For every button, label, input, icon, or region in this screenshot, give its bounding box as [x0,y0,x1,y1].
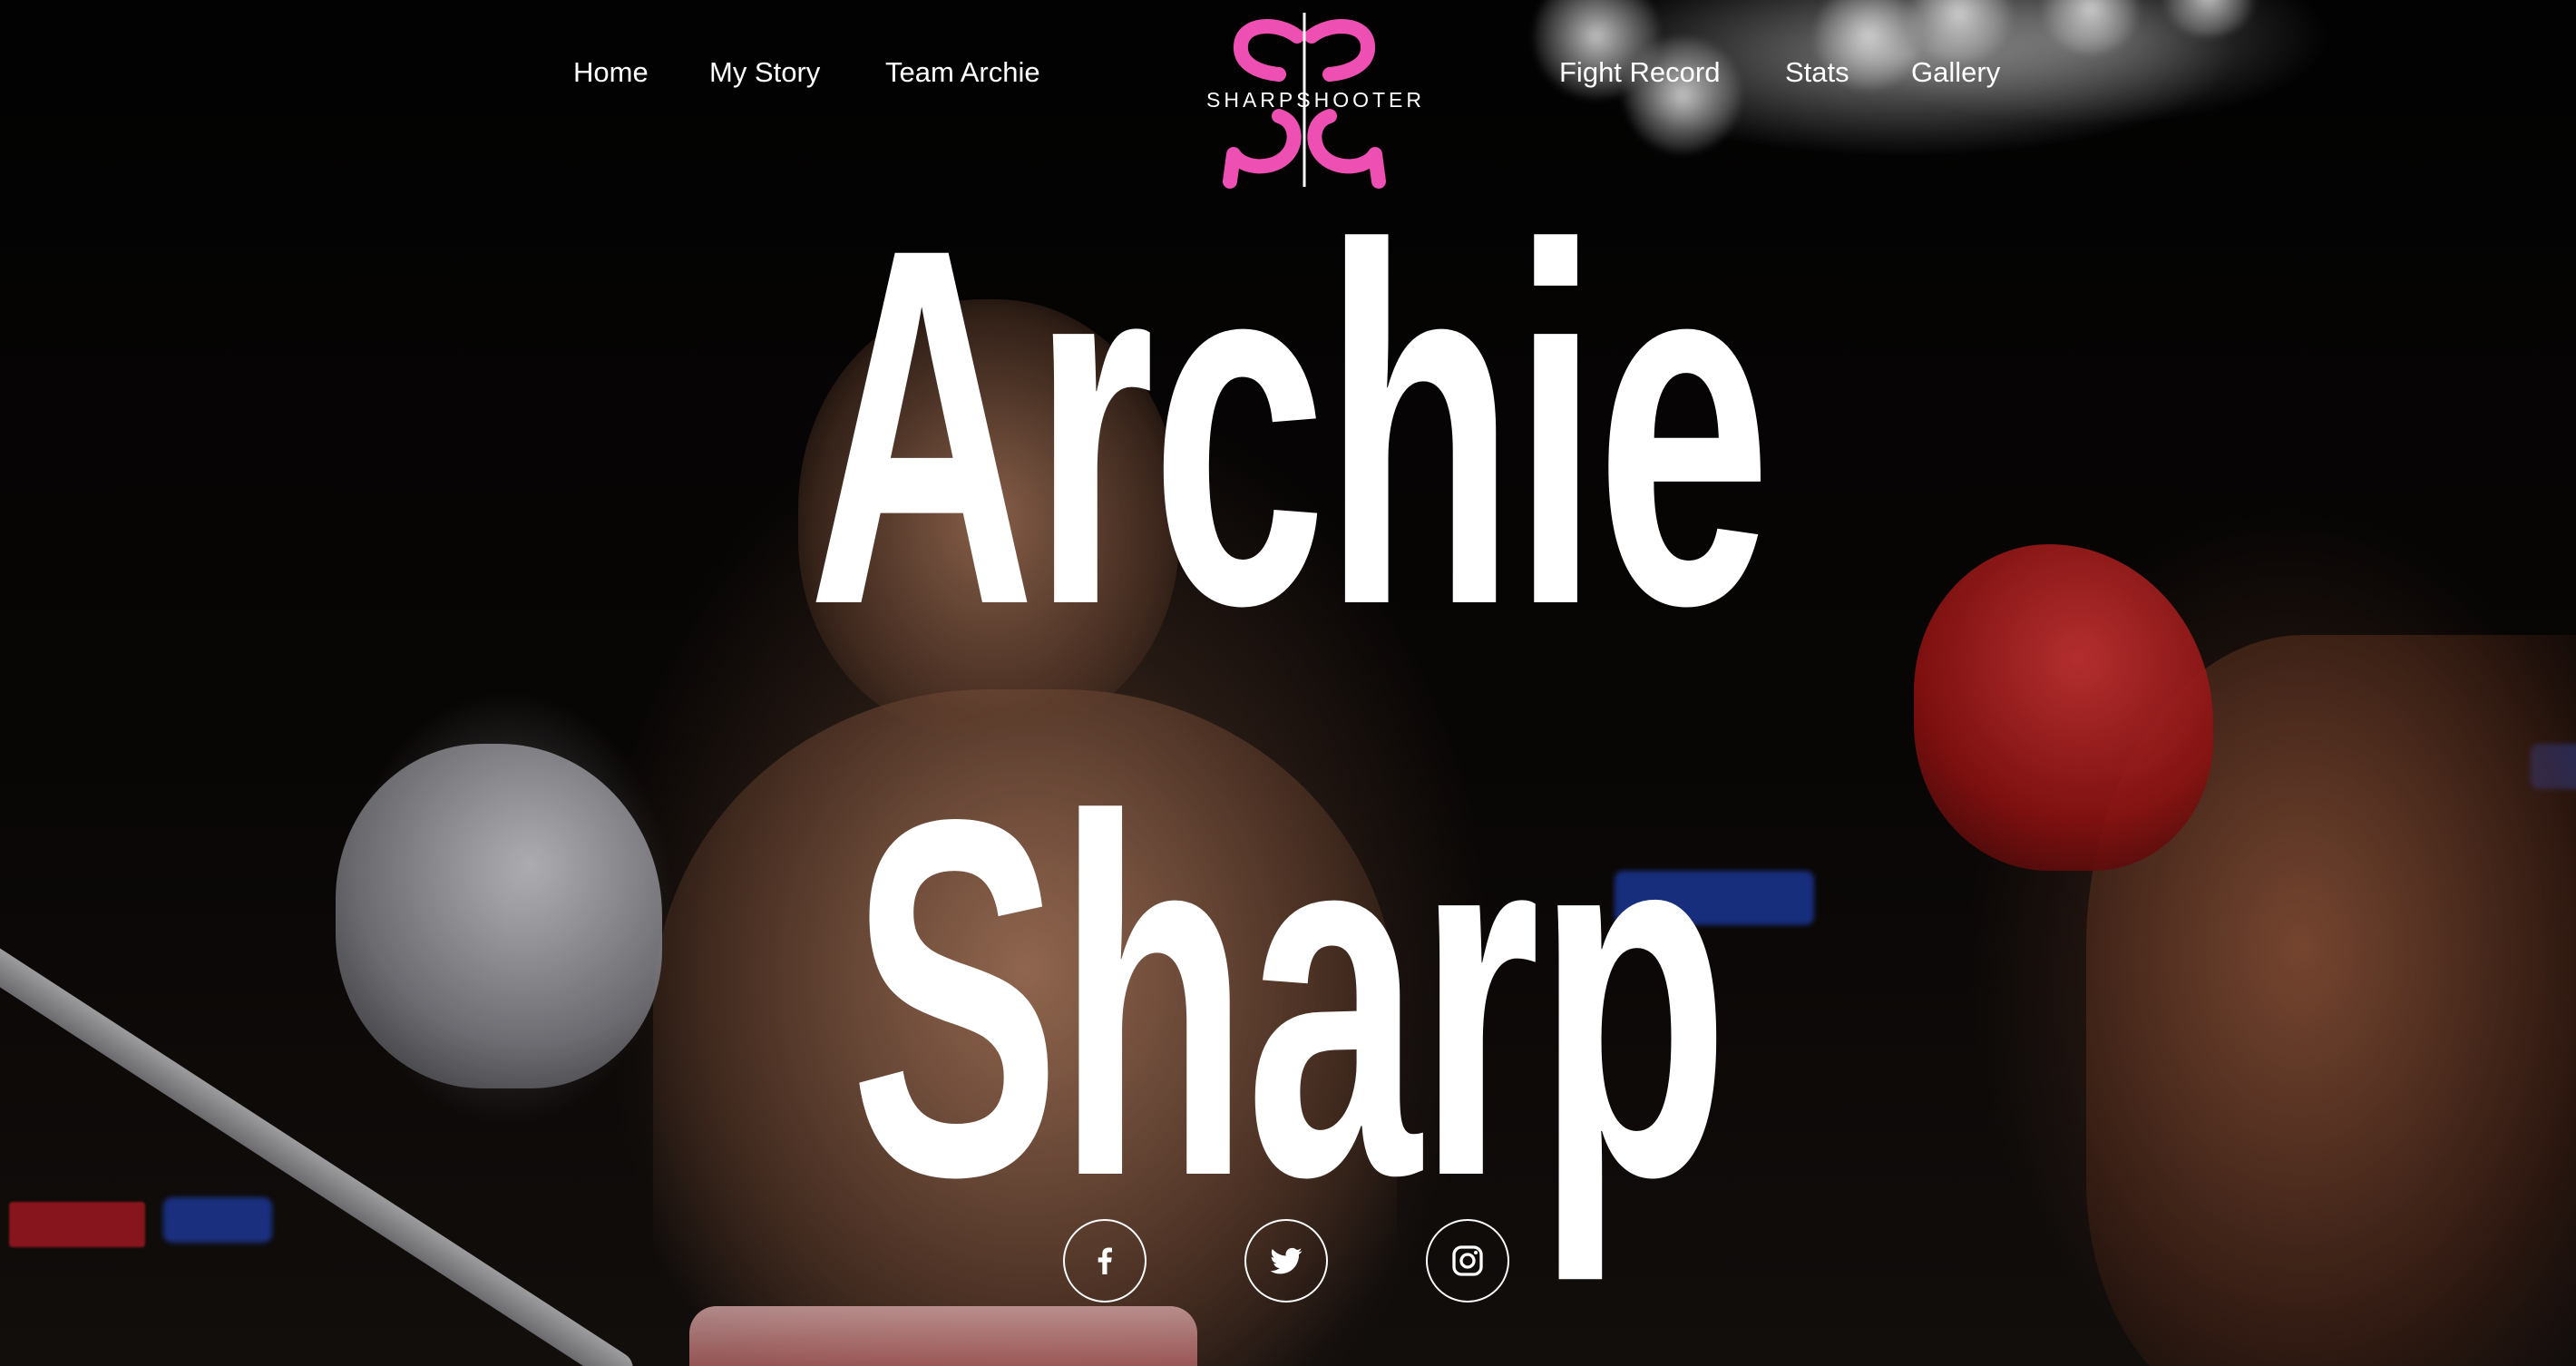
page: Archie Sharp Home My Story Team Archie S… [0,0,2576,1366]
logo-text: SHARPSHOOTER [1206,88,1425,112]
hero-title: Archie Sharp [0,172,2576,1315]
nav-link-team-archie[interactable]: Team Archie [885,56,1040,89]
instagram-icon [1452,1245,1483,1276]
nav-link-gallery[interactable]: Gallery [1911,56,2000,89]
nav-link-my-story[interactable]: My Story [709,56,820,89]
facebook-icon [1098,1247,1112,1274]
instagram-button[interactable] [1426,1219,1509,1303]
sharpshooter-logo[interactable]: SHARPSHOOTER [1206,9,1425,190]
facebook-button[interactable] [1063,1219,1147,1303]
nav-link-stats[interactable]: Stats [1785,56,1849,89]
twitter-button[interactable] [1244,1219,1328,1303]
nav-link-fight-record[interactable]: Fight Record [1559,56,1720,89]
nav-link-home[interactable]: Home [573,56,649,89]
social-links [1063,1219,1513,1303]
twitter-icon [1270,1247,1303,1274]
hero-first-name: Archie [807,142,1771,710]
main-nav: Home My Story Team Archie SHARPSHOOTER F… [0,0,2576,200]
